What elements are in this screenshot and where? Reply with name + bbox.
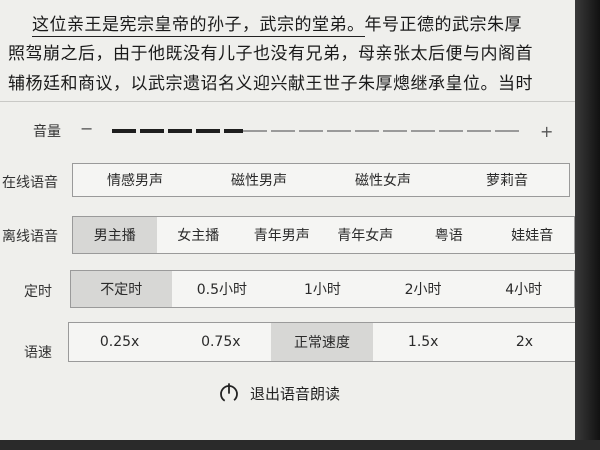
offline-voice-option[interactable]: 青年男声	[240, 217, 324, 253]
speed-label: 语速	[24, 345, 52, 361]
reading-text-line-1: 这位亲王是宪宗皇帝的孙子，武宗的堂弟。年号正德的武宗朱厚	[32, 10, 522, 37]
exit-tts-label: 退出语音朗读	[250, 384, 341, 403]
timer-selector: 不定时 0.5小时 1小时 2小时 4小时	[70, 270, 575, 308]
online-voice-option[interactable]: 磁性女声	[321, 164, 445, 196]
volume-increase-button[interactable]: +	[540, 122, 553, 141]
exit-tts-button[interactable]: 退出语音朗读	[218, 382, 340, 404]
offline-voice-option[interactable]: 男主播	[73, 217, 157, 253]
power-icon	[220, 383, 238, 403]
device-bezel-bottom	[0, 440, 600, 450]
offline-voice-option[interactable]: 娃娃音	[491, 217, 575, 253]
timer-option[interactable]: 4小时	[473, 271, 574, 307]
reading-text-line-2: 照驾崩之后，由于他既没有儿子也没有兄弟，母亲张太后便与内阁首	[8, 44, 533, 64]
speed-selector: 0.25x 0.75x 正常速度 1.5x 2x	[68, 322, 575, 362]
timer-label: 定时	[24, 284, 52, 300]
timer-option[interactable]: 不定时	[71, 271, 172, 307]
online-voice-label: 在线语音	[2, 175, 58, 191]
offline-voice-label: 离线语音	[2, 229, 58, 245]
reading-text-line-3: 辅杨廷和商议，以武宗遗诏名义迎兴献王世子朱厚熜继承皇位。当时	[8, 74, 533, 94]
online-voice-option[interactable]: 磁性男声	[197, 164, 321, 196]
offline-voice-selector: 男主播 女主播 青年男声 青年女声 粤语 娃娃音	[72, 216, 575, 254]
online-voice-option[interactable]: 萝莉音	[445, 164, 569, 196]
tts-screen: 这位亲王是宪宗皇帝的孙子，武宗的堂弟。年号正德的武宗朱厚 照驾崩之后，由于他既没…	[0, 0, 575, 440]
offline-voice-option[interactable]: 女主播	[157, 217, 241, 253]
online-voice-selector: 情感男声 磁性男声 磁性女声 萝莉音	[72, 163, 570, 197]
offline-voice-option[interactable]: 青年女声	[324, 217, 408, 253]
speed-option[interactable]: 正常速度	[271, 323, 373, 361]
speed-option[interactable]: 0.75x	[170, 323, 271, 361]
volume-slider[interactable]	[112, 129, 520, 133]
speed-option[interactable]: 2x	[474, 323, 575, 361]
device-bezel-right	[575, 0, 600, 450]
highlighted-sentence: 这位亲王是宪宗皇帝的孙子，武宗的堂弟。	[32, 15, 365, 37]
timer-option[interactable]: 1小时	[272, 271, 373, 307]
volume-slider-fill	[112, 129, 243, 133]
volume-decrease-button[interactable]: −	[80, 119, 93, 138]
offline-voice-option[interactable]: 粤语	[407, 217, 491, 253]
volume-slider-track	[243, 130, 520, 132]
timer-option[interactable]: 0.5小时	[172, 271, 273, 307]
timer-option[interactable]: 2小时	[373, 271, 474, 307]
online-voice-option[interactable]: 情感男声	[73, 164, 197, 196]
speed-option[interactable]: 1.5x	[373, 323, 474, 361]
speed-option[interactable]: 0.25x	[69, 323, 170, 361]
panel-divider	[0, 101, 575, 102]
volume-label: 音量	[33, 124, 61, 140]
reading-text-rest: 年号正德的武宗朱厚	[364, 15, 522, 35]
